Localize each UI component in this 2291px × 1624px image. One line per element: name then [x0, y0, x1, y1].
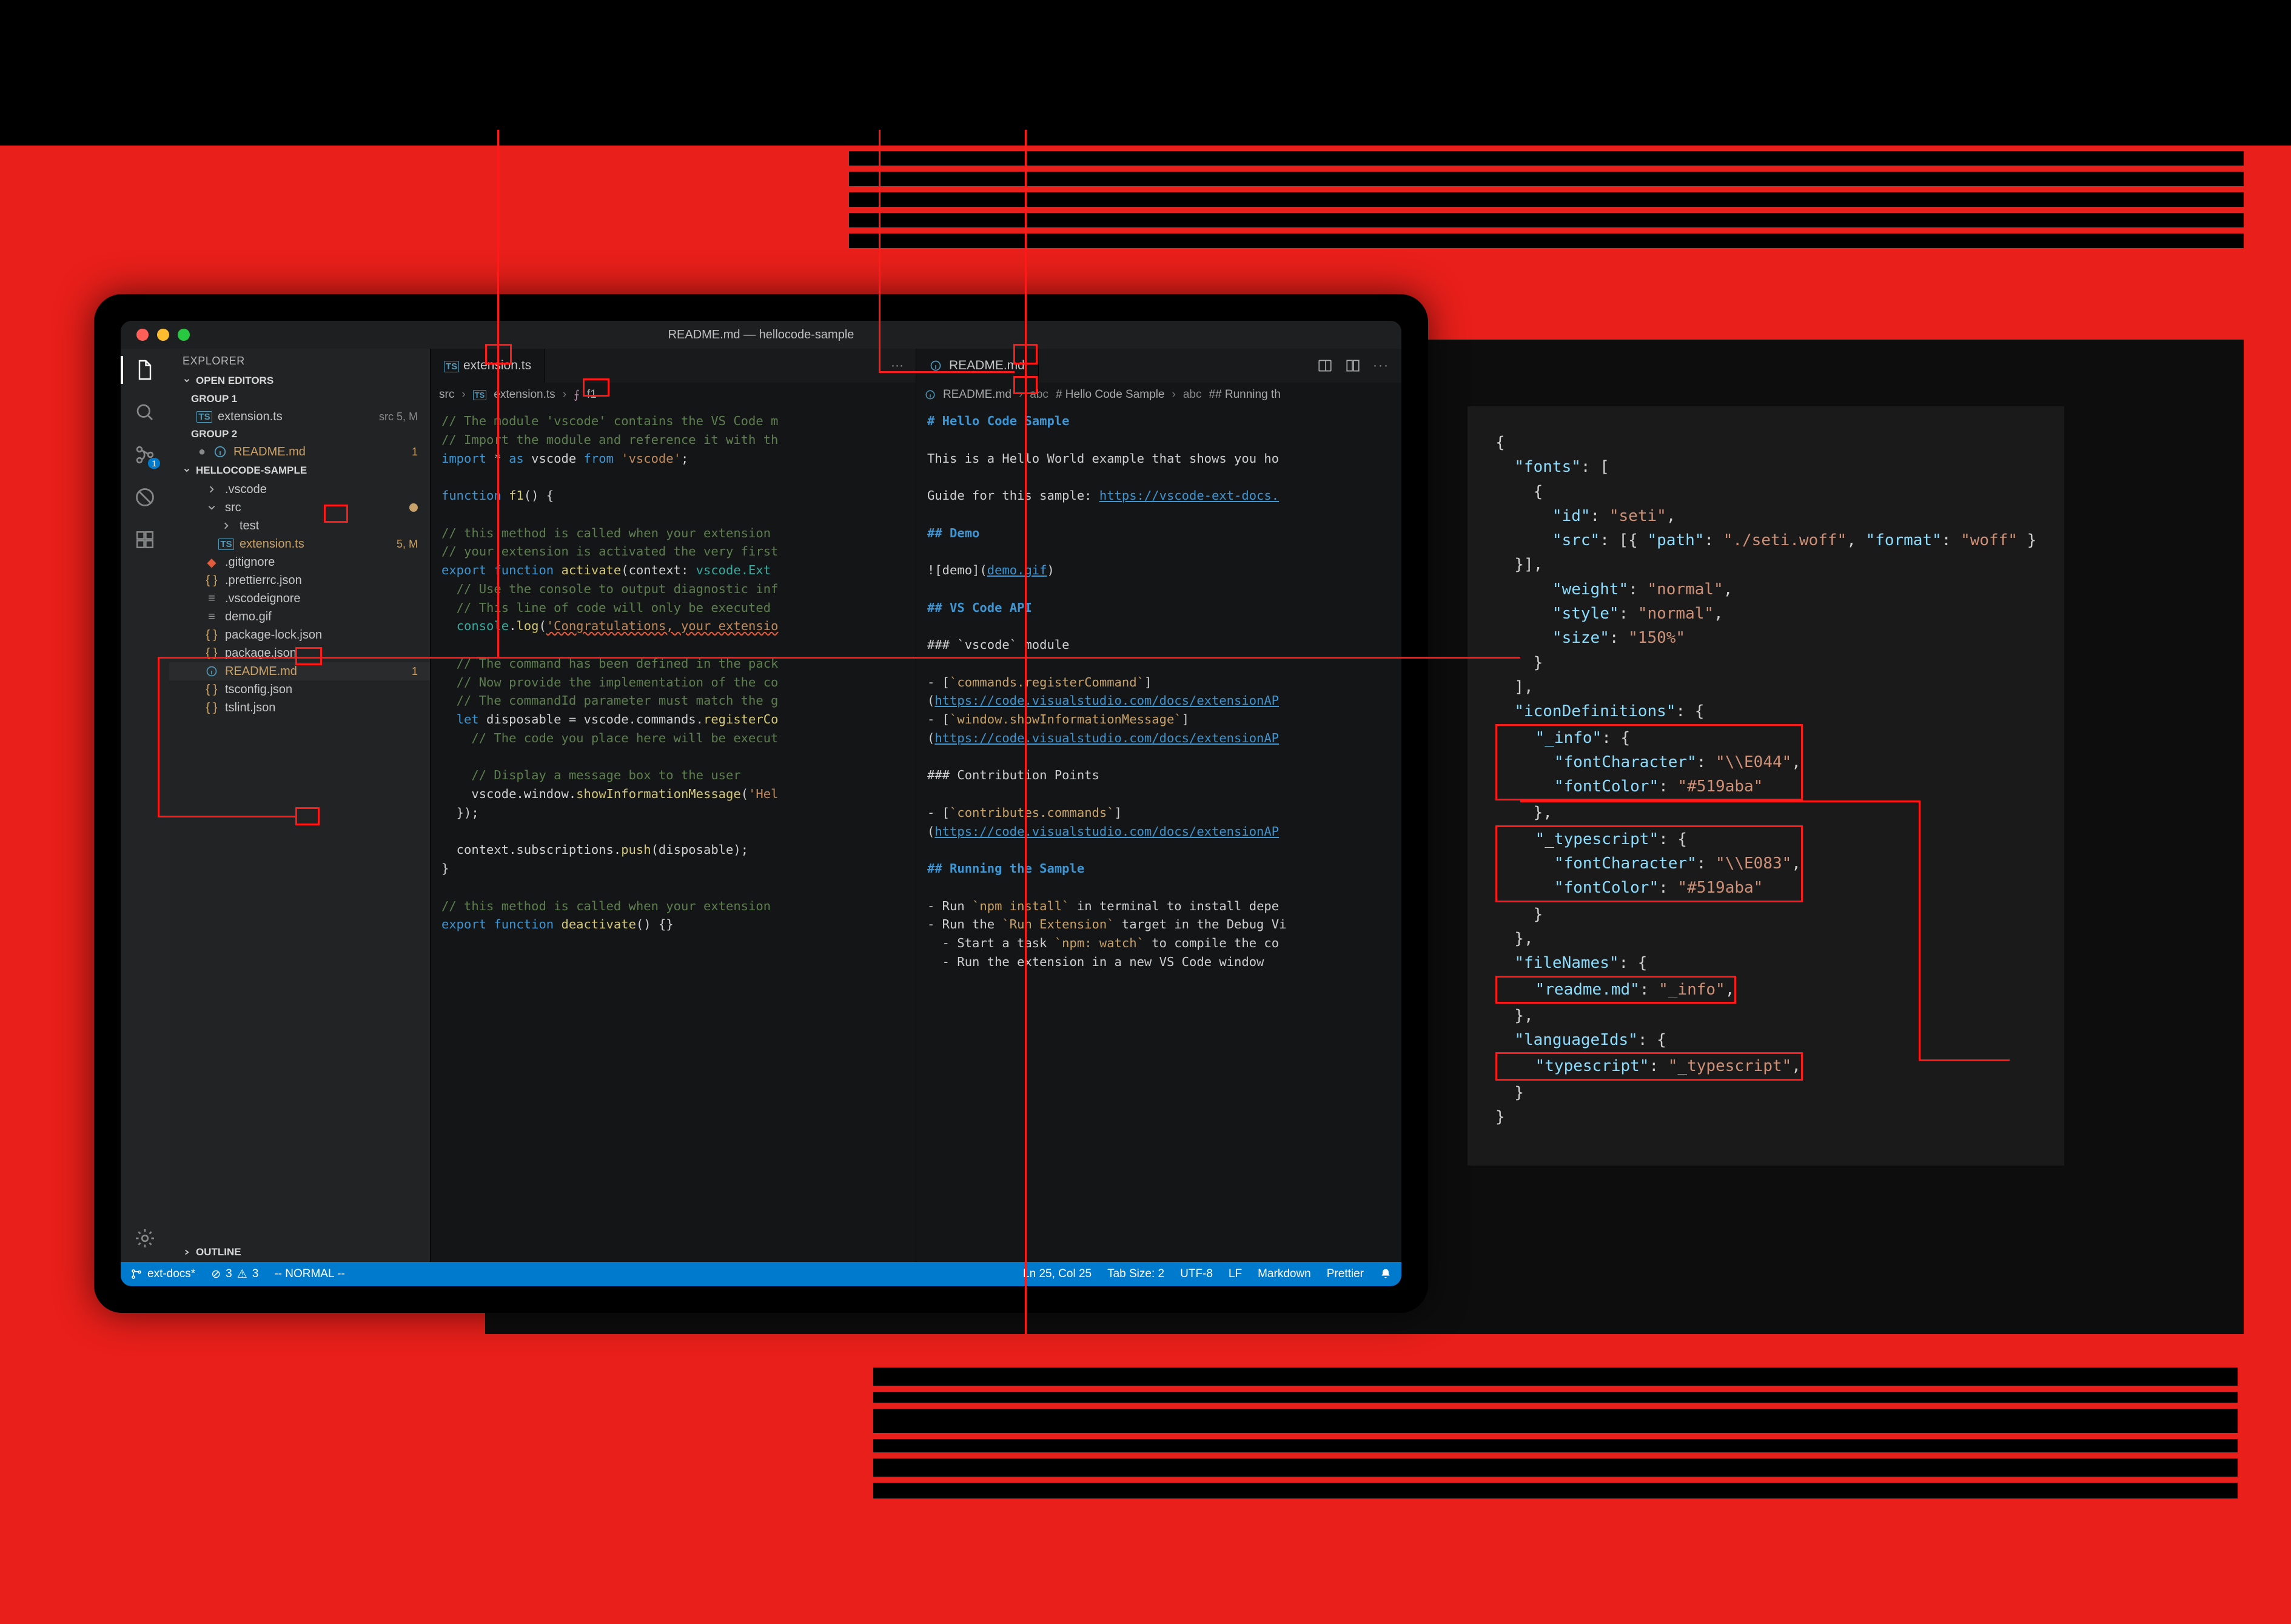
vscode-window: README.md — hellocode-sample 1: [121, 321, 1401, 1286]
open-preview-icon[interactable]: [1317, 358, 1333, 374]
json-icon: { }: [206, 683, 218, 697]
fn-icon: ⨍: [574, 388, 580, 402]
status-encoding[interactable]: UTF-8: [1180, 1267, 1213, 1281]
scm-icon[interactable]: 1: [132, 442, 158, 468]
json-icon: { }: [206, 628, 218, 642]
file-icon: ≡: [208, 610, 215, 624]
extensions-icon[interactable]: [132, 527, 158, 552]
bell-icon[interactable]: [1380, 1268, 1392, 1280]
tree-item--vscode[interactable]: .vscode: [169, 480, 430, 498]
editor-group-2: README.md ···: [916, 349, 1401, 1262]
split-icon[interactable]: [1345, 358, 1361, 374]
editor-group-1: TS extension.ts ··· src › TS extension.t…: [430, 349, 916, 1262]
tree-item--vscodeignore[interactable]: ≡.vscodeignore: [169, 589, 430, 608]
ts-icon: TS: [444, 361, 459, 372]
titlebar: README.md — hellocode-sample: [121, 321, 1401, 349]
open-editor-readme[interactable]: ● README.md 1: [169, 443, 430, 461]
tree-item-extension-ts[interactable]: TSextension.ts5, M: [169, 535, 430, 553]
open-editors-section[interactable]: OPEN EDITORS: [169, 371, 430, 391]
debug-no-icon[interactable]: [132, 485, 158, 510]
chevron-down-icon: [207, 503, 216, 512]
tree-item--prettierrc-json[interactable]: { }.prettierrc.json: [169, 571, 430, 589]
open-editor-extension-ts[interactable]: TS extension.ts src 5, M: [169, 408, 430, 426]
file-icon: ≡: [208, 592, 215, 606]
ts-icon: TS: [473, 390, 487, 400]
explorer-sidebar: EXPLORER OPEN EDITORS GROUP 1 TS extensi…: [169, 349, 430, 1262]
json-icon: { }: [206, 701, 218, 715]
status-vim-mode: -- NORMAL --: [274, 1267, 344, 1281]
status-cursor[interactable]: Ln 25, Col 25: [1023, 1267, 1092, 1281]
tree-item-src[interactable]: src: [169, 498, 430, 517]
tree-item-demo-gif[interactable]: ≡demo.gif: [169, 608, 430, 626]
chevron-right-icon: [222, 522, 230, 530]
tree-item-package-json[interactable]: { }package.json: [169, 644, 430, 662]
activity-bar: 1: [121, 349, 169, 1262]
status-eol[interactable]: LF: [1229, 1267, 1242, 1281]
status-bar: ext-docs* ⊘3 ⚠3 -- NORMAL -- Ln 25, Col …: [121, 1262, 1401, 1286]
group1-label: GROUP 1: [169, 391, 430, 408]
tree-item-test[interactable]: test: [169, 517, 430, 535]
status-branch[interactable]: ext-docs*: [130, 1267, 195, 1281]
vscode-window-shell: README.md — hellocode-sample 1: [94, 294, 1428, 1313]
hl-ts-map: "typescript": "_typescript",: [1495, 1052, 1803, 1080]
json-snippet-panel: { "fonts": [ { "id": "seti", "src": [{ "…: [1468, 406, 2064, 1166]
group2-label: GROUP 2: [169, 426, 430, 443]
info-icon: [930, 360, 943, 372]
hl-info-def: "_info": { "fontCharacter": "\\E044", "f…: [1495, 724, 1803, 801]
decorative-strips-bottom: [873, 1367, 2238, 1505]
tree-item-README-md[interactable]: README.md1: [169, 662, 430, 680]
tab-bar-1: TS extension.ts ···: [431, 349, 916, 383]
tree-item-tsconfig-json[interactable]: { }tsconfig.json: [169, 680, 430, 699]
info-icon: [206, 665, 218, 677]
files-icon[interactable]: [132, 357, 158, 383]
info-icon: [213, 445, 227, 459]
ts-icon: TS: [196, 411, 212, 423]
more-icon[interactable]: ···: [1373, 358, 1389, 373]
ts-icon: TS: [218, 539, 233, 550]
folder-section[interactable]: HELLOCODE-SAMPLE: [169, 461, 430, 480]
code-editor-extension-ts[interactable]: // The module 'vscode' contains the VS C…: [431, 407, 916, 1262]
code-editor-readme[interactable]: # Hello Code Sample This is a Hello Worl…: [916, 407, 1401, 1262]
json-icon: { }: [206, 646, 218, 660]
window-title: README.md — hellocode-sample: [121, 328, 1401, 342]
chevron-right-icon: [207, 485, 216, 494]
breadcrumb-2[interactable]: README.md › abc # Hello Code Sample › ab…: [916, 383, 1401, 407]
gear-icon[interactable]: [132, 1226, 158, 1251]
explorer-title: EXPLORER: [169, 349, 430, 371]
more-icon[interactable]: ···: [891, 358, 904, 373]
json-icon: { }: [206, 574, 218, 588]
tree-item-package-lock-json[interactable]: { }package-lock.json: [169, 626, 430, 644]
scm-badge: 1: [148, 458, 160, 469]
status-tabsize[interactable]: Tab Size: 2: [1107, 1267, 1164, 1281]
status-problems[interactable]: ⊘3 ⚠3: [211, 1267, 258, 1281]
git-icon: ◆: [207, 555, 216, 570]
tab-readme[interactable]: README.md: [916, 349, 1039, 383]
hl-ts-def: "_typescript": { "fontCharacter": "\\E08…: [1495, 825, 1803, 902]
tab-extension-ts[interactable]: TS extension.ts: [431, 349, 545, 383]
tree-item--gitignore[interactable]: ◆.gitignore: [169, 553, 430, 571]
search-icon[interactable]: [132, 400, 158, 425]
status-formatter[interactable]: Prettier: [1327, 1267, 1364, 1281]
info-icon: [925, 389, 936, 400]
breadcrumb-1[interactable]: src › TS extension.ts › ⨍ f1: [431, 383, 916, 407]
outline-section[interactable]: OUTLINE: [169, 1243, 430, 1262]
decorative-strips-top: [849, 130, 2244, 254]
hl-readme-map: "readme.md": "_info",: [1495, 976, 1736, 1004]
tab-bar-2: README.md ···: [916, 349, 1401, 383]
status-language[interactable]: Markdown: [1258, 1267, 1311, 1281]
editor-area: TS extension.ts ··· src › TS extension.t…: [430, 349, 1401, 1262]
tree-item-tslint-json[interactable]: { }tslint.json: [169, 699, 430, 717]
